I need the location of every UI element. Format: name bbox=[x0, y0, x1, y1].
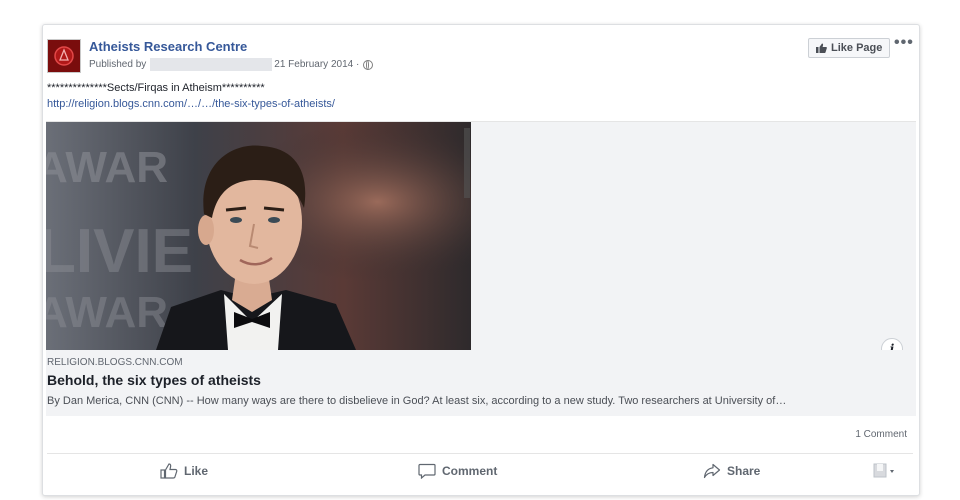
svg-text:AWAR: AWAR bbox=[46, 288, 168, 337]
share-icon bbox=[703, 463, 721, 479]
globe-icon bbox=[363, 59, 374, 70]
more-icon[interactable]: ••• bbox=[894, 35, 914, 51]
reaction-selector-icon bbox=[873, 463, 894, 478]
svg-text:LIVIE: LIVIE bbox=[46, 217, 193, 286]
comment-count[interactable]: 1 Comment bbox=[855, 429, 907, 440]
share-button[interactable]: Share bbox=[703, 454, 760, 488]
post-byline: Published by 21 February 2014 · bbox=[89, 58, 374, 71]
page-avatar[interactable] bbox=[47, 39, 81, 73]
like-label: Like bbox=[184, 464, 209, 478]
page-name-link[interactable]: Atheists Research Centre bbox=[89, 39, 247, 54]
link-title[interactable]: Behold, the six types of atheists bbox=[47, 372, 261, 388]
comment-label: Comment bbox=[442, 464, 498, 478]
post-text: **************Sects/Firqas in Atheism***… bbox=[47, 82, 265, 94]
reaction-selector[interactable] bbox=[873, 454, 905, 488]
thumbs-up-icon bbox=[160, 463, 178, 479]
comment-icon bbox=[418, 463, 436, 479]
post-card: Atheists Research Centre Published by 21… bbox=[42, 24, 920, 496]
link-preview[interactable]: RELIGION.BLOGS.CNN.COM Behold, the six t… bbox=[46, 350, 916, 416]
logo-icon bbox=[54, 46, 74, 66]
link-description: By Dan Merica, CNN (CNN) -- How many way… bbox=[47, 395, 787, 407]
action-bar: Like Comment Share bbox=[47, 453, 913, 488]
published-by-label: Published by bbox=[89, 59, 147, 70]
svg-text:AWAR: AWAR bbox=[46, 143, 168, 192]
redacted-author bbox=[150, 58, 273, 71]
post-date[interactable]: 21 February 2014 · bbox=[274, 59, 359, 70]
link-media[interactable]: AWAR LIVIE AWAR bbox=[46, 121, 916, 350]
comment-button[interactable]: Comment bbox=[418, 454, 497, 488]
preview-image[interactable]: AWAR LIVIE AWAR bbox=[46, 122, 471, 350]
share-label: Share bbox=[727, 464, 761, 478]
thumbs-up-icon bbox=[816, 43, 827, 53]
post-link[interactable]: http://religion.blogs.cnn.com/…/…/the-si… bbox=[47, 98, 335, 110]
link-domain: RELIGION.BLOGS.CNN.COM bbox=[47, 357, 183, 368]
like-button[interactable]: Like bbox=[160, 454, 208, 488]
like-page-button[interactable]: Like Page bbox=[808, 38, 891, 58]
like-page-label: Like Page bbox=[831, 42, 883, 54]
